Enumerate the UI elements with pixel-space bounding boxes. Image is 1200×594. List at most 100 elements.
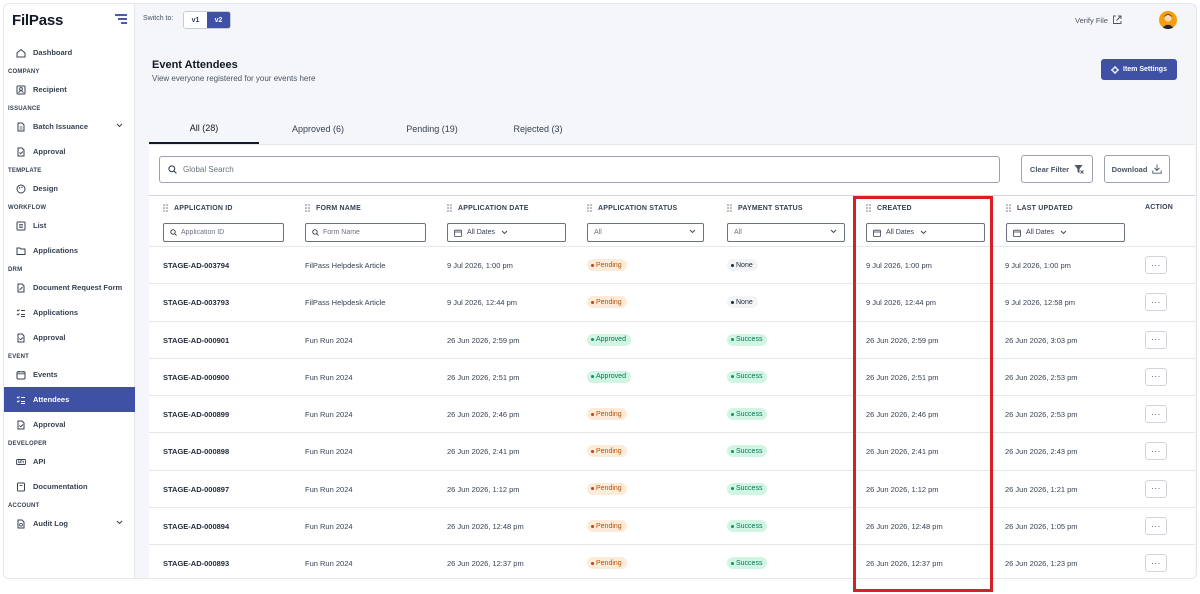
sidebar-item-list[interactable]: List (4, 213, 135, 238)
table-row[interactable]: STAGE-AD-000900 Fun Run 2024 26 Jun 2026, … (149, 359, 1195, 397)
last-updated-cell: 26 Jun 2026, 1:05 pm (1005, 522, 1078, 532)
table-row[interactable]: STAGE-AD-003794 FilPass Helpdesk Article 9… (149, 247, 1195, 285)
column-header-application-status[interactable]: APPLICATION STATUS (587, 204, 677, 212)
clear-filter-button[interactable]: Clear Filter (1021, 155, 1093, 183)
column-header-label: CREATED (877, 204, 912, 212)
application-id-cell: STAGE-AD-000897 (163, 484, 230, 494)
sidebar-item-applications[interactable]: Applications (4, 300, 135, 325)
sidebar-item-batch-issuance[interactable]: Batch Issuance (4, 114, 135, 139)
tab-pending[interactable]: Pending (19) (377, 114, 487, 144)
last-updated-cell: 26 Jun 2026, 1:21 pm (1005, 484, 1078, 494)
drag-handle-icon[interactable] (163, 204, 168, 212)
application-date-filter[interactable]: All Dates (447, 223, 566, 242)
sidebar-item-approval[interactable]: Approval (4, 325, 135, 350)
row-action-button[interactable]: ··· (1145, 256, 1167, 274)
table-row[interactable]: STAGE-AD-000898 Fun Run 2024 26 Jun 2026, … (149, 433, 1195, 471)
application-id-filter-input[interactable] (181, 229, 283, 236)
sidebar-item-api[interactable]: API (4, 449, 135, 474)
verify-file-link[interactable]: Verify File (1075, 15, 1122, 25)
drag-handle-icon[interactable] (727, 204, 732, 212)
column-header-label: APPLICATION DATE (458, 204, 529, 212)
row-action-button[interactable]: ··· (1145, 405, 1167, 424)
chevron-down-icon[interactable] (116, 123, 123, 128)
form-name-filter[interactable] (305, 223, 426, 242)
row-action-button[interactable]: ··· (1145, 330, 1167, 349)
sidebar-item-approval[interactable]: Approval (4, 139, 135, 164)
table-row[interactable]: STAGE-AD-000901 Fun Run 2024 26 Jun 2026, … (149, 322, 1195, 359)
item-settings-button[interactable]: Item Settings (1101, 59, 1177, 80)
form-name-filter-input[interactable] (323, 229, 425, 236)
last-updated-cell: 26 Jun 2026, 2:53 pm (1005, 372, 1078, 382)
chevron-down-icon (830, 229, 837, 234)
application-status-badge: Pending (587, 296, 627, 309)
created-filter[interactable]: All Dates (866, 223, 985, 242)
column-header-last-updated[interactable]: LAST UPDATED (1006, 204, 1073, 212)
version-v1-button[interactable]: v1 (184, 12, 207, 28)
payment-status-filter[interactable]: All (727, 223, 845, 242)
tab-approved[interactable]: Approved (6) (259, 114, 377, 144)
drag-handle-icon[interactable] (447, 204, 452, 212)
home-icon (16, 48, 26, 58)
sidebar-item-attendees[interactable]: Attendees (4, 387, 135, 412)
form-name-cell: FilPass Helpdesk Article (305, 261, 386, 270)
row-action-button[interactable]: ··· (1145, 367, 1167, 386)
column-header-form-name[interactable]: FORM NAME (305, 204, 361, 212)
row-action-button[interactable]: ··· (1145, 517, 1167, 536)
sidebar-item-document-request-form[interactable]: Document Request Form (4, 275, 135, 300)
last-updated-cell: 26 Jun 2026, 1:23 pm (1005, 559, 1078, 569)
drag-handle-icon[interactable] (587, 204, 592, 212)
table-row[interactable]: STAGE-AD-000897 Fun Run 2024 26 Jun 2026, … (149, 471, 1195, 509)
table-row[interactable]: STAGE-AD-000893 Fun Run 2024 26 Jun 2026, … (149, 545, 1195, 578)
application-id-cell: STAGE-AD-000893 (163, 559, 230, 569)
chevron-down-icon (501, 230, 508, 235)
sidebar-section-label: DEVELOPER (8, 441, 47, 447)
drag-handle-icon[interactable] (866, 204, 871, 212)
sidebar-item-applications[interactable]: Applications (4, 238, 135, 263)
page-title: Event Attendees (152, 59, 238, 71)
row-action-button[interactable]: ··· (1145, 293, 1167, 312)
column-header-application-id[interactable]: APPLICATION ID (163, 204, 233, 212)
tab-rejected[interactable]: Rejected (3) (487, 114, 589, 144)
row-action-button[interactable]: ··· (1145, 479, 1167, 498)
sidebar-item-approval[interactable]: Approval (4, 412, 135, 437)
application-date-cell: 9 Jul 2026, 12:44 pm (447, 298, 518, 308)
menu-collapse-icon[interactable] (115, 14, 127, 24)
table-row[interactable]: STAGE-AD-003793 FilPass Helpdesk Article 9… (149, 284, 1195, 322)
column-header-application-date[interactable]: APPLICATION DATE (447, 204, 529, 212)
sidebar: FilPass Dashboard COMPANY Recipient ISSUANC… (4, 4, 135, 578)
drag-handle-icon[interactable] (305, 204, 310, 212)
download-button[interactable]: Download (1104, 155, 1170, 183)
sidebar-section-label: ACCOUNT (8, 503, 40, 509)
table-row[interactable]: STAGE-AD-000894 Fun Run 2024 26 Jun 2026, … (149, 508, 1195, 546)
version-v2-button[interactable]: v2 (207, 12, 230, 28)
sidebar-item-design[interactable]: Design (4, 176, 135, 201)
global-search[interactable] (159, 156, 1000, 183)
global-search-input[interactable] (183, 165, 963, 174)
payment-status-label: Success (736, 485, 763, 493)
calendar-icon (873, 229, 881, 237)
sidebar-item-documentation[interactable]: Documentation (4, 474, 135, 499)
row-action-button[interactable]: ··· (1145, 554, 1167, 573)
payment-status-label: Success (736, 522, 763, 530)
sidebar-item-audit-log[interactable]: Audit Log (4, 511, 135, 536)
sidebar-item-events[interactable]: Events (4, 362, 135, 387)
chevron-down-icon[interactable] (116, 520, 123, 525)
external-link-icon (1112, 15, 1122, 24)
sidebar-item-recipient[interactable]: Recipient (4, 77, 135, 102)
drag-handle-icon[interactable] (1006, 204, 1011, 212)
last-updated-cell: 9 Jul 2026, 12:58 pm (1005, 298, 1076, 308)
column-header-created[interactable]: CREATED (866, 204, 912, 212)
application-date-cell: 26 Jun 2026, 1:12 pm (447, 484, 520, 494)
sidebar-item-dashboard[interactable]: Dashboard (4, 40, 135, 65)
tab-all[interactable]: All (28) (149, 114, 259, 144)
last-updated-filter[interactable]: All Dates (1006, 223, 1125, 242)
application-id-filter[interactable] (163, 223, 284, 242)
table-row[interactable]: STAGE-AD-000899 Fun Run 2024 26 Jun 2026, … (149, 396, 1195, 434)
application-status-filter[interactable]: All (587, 223, 704, 242)
row-action-button[interactable]: ··· (1145, 442, 1167, 461)
application-status-badge: Pending (587, 259, 627, 271)
created-cell: 26 Jun 2026, 1:12 pm (866, 484, 939, 494)
column-header-payment-status[interactable]: PAYMENT STATUS (727, 204, 803, 212)
search-icon (170, 229, 177, 236)
user-avatar[interactable] (1159, 11, 1177, 29)
